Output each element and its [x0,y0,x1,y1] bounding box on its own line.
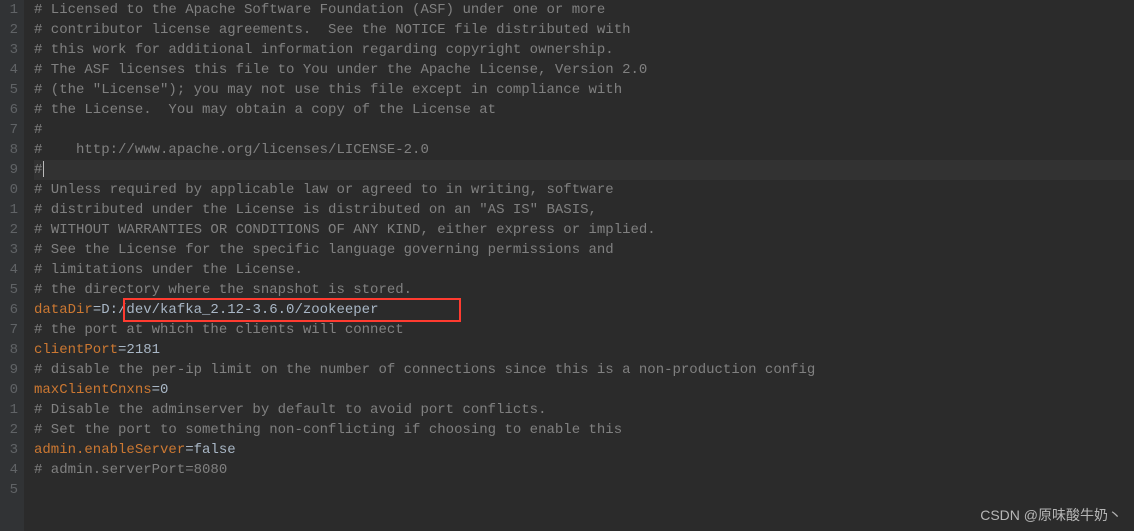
line-number: 4 [0,60,18,80]
comment-text: # Set the port to something non-conflict… [34,422,622,438]
code-line[interactable]: # admin.serverPort=8080 [34,460,1134,480]
code-line[interactable]: # http://www.apache.org/licenses/LICENSE… [34,140,1134,160]
comment-text: # Licensed to the Apache Software Founda… [34,2,605,18]
code-line[interactable]: # See the License for the specific langu… [34,240,1134,260]
code-line[interactable]: # the directory where the snapshot is st… [34,280,1134,300]
comment-text: # limitations under the License. [34,262,303,278]
code-editor[interactable]: 1234567890123456789012345 # Licensed to … [0,0,1134,531]
line-number: 4 [0,460,18,480]
code-line[interactable]: clientPort=2181 [34,340,1134,360]
property-value: false [194,442,236,458]
line-number: 5 [0,280,18,300]
line-number: 3 [0,440,18,460]
code-line[interactable]: # Set the port to something non-conflict… [34,420,1134,440]
comment-text: # Unless required by applicable law or a… [34,182,614,198]
line-number: 5 [0,480,18,500]
comment-text: # [34,122,42,138]
code-line[interactable]: # the License. You may obtain a copy of … [34,100,1134,120]
comment-text: # [34,162,42,178]
line-number: 1 [0,0,18,20]
property-key: clientPort [34,342,118,358]
line-number: 2 [0,420,18,440]
code-line[interactable]: # (the "License"); you may not use this … [34,80,1134,100]
comment-text: # The ASF licenses this file to You unde… [34,62,647,78]
comment-text: # the License. You may obtain a copy of … [34,102,496,118]
property-key: admin.enableServer [34,442,185,458]
line-number: 4 [0,260,18,280]
code-line[interactable]: # Licensed to the Apache Software Founda… [34,0,1134,20]
code-line[interactable]: # limitations under the License. [34,260,1134,280]
code-line[interactable]: # disable the per-ip limit on the number… [34,360,1134,380]
line-number: 7 [0,120,18,140]
code-area[interactable]: # Licensed to the Apache Software Founda… [24,0,1134,531]
code-line[interactable]: # Disable the adminserver by default to … [34,400,1134,420]
code-line[interactable]: maxClientCnxns=0 [34,380,1134,400]
line-number: 3 [0,240,18,260]
comment-text: # disable the per-ip limit on the number… [34,362,815,378]
code-line[interactable]: # Unless required by applicable law or a… [34,180,1134,200]
comment-text: # the port at which the clients will con… [34,322,404,338]
code-line[interactable]: dataDir=D:/dev/kafka_2.12-3.6.0/zookeepe… [34,300,1134,320]
equals-sign: = [93,302,101,318]
line-number: 2 [0,20,18,40]
property-value: D:/dev/kafka_2.12-3.6.0/zookeeper [101,302,378,318]
line-number: 0 [0,180,18,200]
comment-text: # contributor license agreements. See th… [34,22,631,38]
code-line[interactable]: # WITHOUT WARRANTIES OR CONDITIONS OF AN… [34,220,1134,240]
line-number: 1 [0,200,18,220]
code-line[interactable]: # this work for additional information r… [34,40,1134,60]
line-number: 7 [0,320,18,340]
line-number: 5 [0,80,18,100]
line-number: 8 [0,340,18,360]
line-number-gutter: 1234567890123456789012345 [0,0,24,531]
line-number: 6 [0,100,18,120]
line-number: 6 [0,300,18,320]
code-line[interactable]: # the port at which the clients will con… [34,320,1134,340]
text-cursor [43,161,44,177]
line-number: 9 [0,360,18,380]
line-number: 0 [0,380,18,400]
comment-text: # Disable the adminserver by default to … [34,402,546,418]
line-number: 2 [0,220,18,240]
equals-sign: = [185,442,193,458]
code-line[interactable]: # contributor license agreements. See th… [34,20,1134,40]
code-line[interactable]: admin.enableServer=false [34,440,1134,460]
comment-text: # the directory where the snapshot is st… [34,282,412,298]
comment-text: # WITHOUT WARRANTIES OR CONDITIONS OF AN… [34,222,656,238]
code-line[interactable] [34,480,1134,500]
comment-text: # this work for additional information r… [34,42,614,58]
property-value: 2181 [126,342,160,358]
code-line[interactable]: # The ASF licenses this file to You unde… [34,60,1134,80]
line-number: 3 [0,40,18,60]
comment-text: # See the License for the specific langu… [34,242,614,258]
code-line[interactable]: # [34,120,1134,140]
code-line[interactable]: # [34,160,1134,180]
equals-sign: = [152,382,160,398]
line-number: 1 [0,400,18,420]
comment-text: # admin.serverPort=8080 [34,462,227,478]
comment-text: # distributed under the License is distr… [34,202,597,218]
property-value: 0 [160,382,168,398]
comment-text: # (the "License"); you may not use this … [34,82,622,98]
line-number: 9 [0,160,18,180]
comment-text: # http://www.apache.org/licenses/LICENSE… [34,142,429,158]
line-number: 8 [0,140,18,160]
property-key: maxClientCnxns [34,382,152,398]
code-line[interactable]: # distributed under the License is distr… [34,200,1134,220]
property-key: dataDir [34,302,93,318]
